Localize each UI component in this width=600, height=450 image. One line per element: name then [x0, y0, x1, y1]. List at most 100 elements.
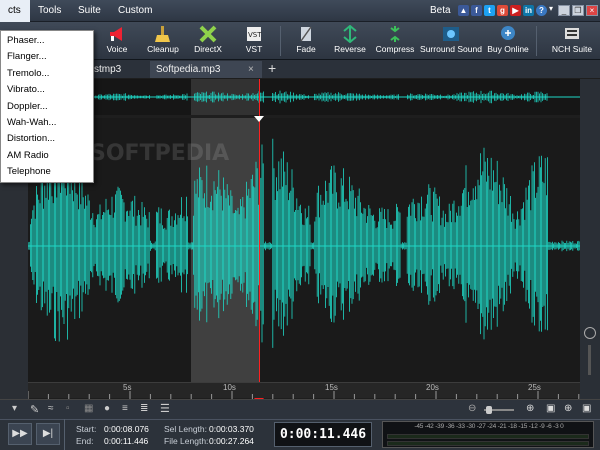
buy-online-icon — [501, 26, 515, 40]
reverse-icon — [343, 25, 357, 43]
zoom-in-vertical-icon[interactable] — [584, 327, 596, 339]
end-value: 0:00:11.446 — [104, 436, 149, 446]
help-dropdown-icon[interactable]: ▾ — [549, 4, 553, 13]
vertical-zoom-bar — [580, 79, 600, 399]
waveform-path — [28, 138, 580, 348]
toolbar-separator — [536, 26, 537, 56]
grid-icon[interactable]: ▦ — [84, 403, 93, 414]
thumbs-up-icon[interactable]: ▲ — [458, 5, 469, 16]
waveform-trace — [28, 138, 580, 348]
skip-to-end-button[interactable]: ▶| — [36, 423, 60, 445]
zoom-in-icon[interactable]: ⊕ — [526, 403, 534, 414]
broom-icon — [155, 26, 170, 42]
effects-dropdown-menu: Phaser... Flanger... Tremolo... Vibrato.… — [0, 30, 94, 183]
directx-button[interactable]: DirectX — [190, 22, 226, 60]
toolbar-separator — [280, 26, 281, 56]
time-ruler[interactable]: 5s 10s 15s 20s 25s — [28, 382, 580, 399]
playhead-top-marker[interactable] — [254, 116, 264, 122]
vst-button[interactable]: VST VST — [236, 22, 272, 60]
help-icon[interactable]: ? — [536, 5, 547, 16]
menu-item-flanger[interactable]: Flanger... — [1, 49, 93, 65]
status-divider — [64, 419, 65, 450]
start-label: Start: — [76, 424, 97, 434]
vst-plugin-icon: VST — [247, 27, 262, 41]
menu-item-tremolo[interactable]: Tremolo... — [1, 66, 93, 82]
menu-item-distortion[interactable]: Distortion... — [1, 131, 93, 147]
current-time-display: 0:00:11.446 — [274, 422, 372, 447]
menu-item-wah-wah[interactable]: Wah-Wah... — [1, 115, 93, 131]
restore-button[interactable]: ❐ — [572, 5, 584, 16]
ruler-label: 15s — [325, 383, 338, 392]
file-length-label: File Length: — [164, 436, 209, 446]
snap-icon[interactable]: ▫ — [66, 403, 70, 414]
menu-suite[interactable]: Suite — [70, 0, 109, 22]
menu-item-am-radio[interactable]: AM Radio — [1, 148, 93, 164]
ruler-label: 25s — [528, 383, 541, 392]
svg-text:VST: VST — [248, 31, 262, 39]
close-tab-icon[interactable]: × — [248, 61, 254, 78]
beta-label: Beta — [430, 5, 451, 16]
zoom-out-icon[interactable]: ⊖ — [468, 403, 476, 414]
meter-bar-left — [387, 434, 589, 439]
twitter-icon[interactable]: t — [484, 5, 495, 16]
end-label: End: — [76, 436, 94, 446]
zoom-full-icon[interactable]: ▣ — [582, 403, 591, 414]
zoom-selection-icon[interactable]: ▣ — [546, 403, 555, 414]
linkedin-icon[interactable]: in — [523, 5, 534, 16]
main-waveform[interactable]: SOFTPEDIA — [28, 118, 580, 382]
menu-item-phaser[interactable]: Phaser... — [1, 33, 93, 49]
menu-tools[interactable]: Tools — [30, 0, 69, 22]
nch-suite-icon — [565, 28, 579, 39]
lock-icon[interactable]: ● — [104, 403, 110, 414]
ruler-ticks — [28, 391, 580, 399]
sel-length-label: Sel Length: — [164, 424, 208, 434]
menu-bar: cts Tools Suite Custom Beta ▲ f t g ▶ in… — [0, 0, 600, 22]
compress-button[interactable]: Compress — [374, 22, 416, 60]
ruler-label: 10s — [223, 383, 236, 392]
playhead-line[interactable] — [259, 79, 260, 399]
watermark: SOFTPEDIA — [90, 141, 229, 166]
list-icon[interactable]: ≣ — [140, 403, 148, 414]
fade-icon — [300, 26, 312, 42]
buy-online-button[interactable]: Buy Online — [486, 22, 530, 60]
ruler-label: 5s — [123, 383, 132, 392]
overview-waveform[interactable] — [28, 79, 580, 115]
zoom-slider-thumb[interactable] — [486, 406, 492, 414]
close-button[interactable]: × — [586, 5, 598, 16]
youtube-icon[interactable]: ▶ — [510, 5, 521, 16]
main-waveform-graphic: SOFTPEDIA — [28, 118, 580, 382]
menu-custom[interactable]: Custom — [110, 0, 160, 22]
google-plus-icon[interactable]: g — [497, 5, 508, 16]
compress-icon — [390, 26, 400, 42]
nch-suite-button[interactable]: NCH Suite — [548, 22, 596, 60]
align-icon[interactable]: ≡ — [122, 403, 128, 414]
megaphone-icon — [110, 27, 122, 41]
voice-button[interactable]: Voice — [96, 22, 138, 60]
meter-bar-right — [387, 441, 589, 446]
sel-length-value: 0:00:03.370 — [209, 424, 254, 434]
tab-softpedia[interactable]: Softpedia.mp3 × — [150, 61, 262, 78]
start-value: 0:00:08.076 — [104, 424, 149, 434]
fast-forward-button[interactable]: ▶▶ — [8, 423, 32, 445]
waveform-tool-icon[interactable]: ≈ — [48, 403, 54, 414]
reverse-button[interactable]: Reverse — [330, 22, 370, 60]
menu-item-doppler[interactable]: Doppler... — [1, 99, 93, 115]
minimize-button[interactable]: _ — [558, 5, 570, 16]
vertical-zoom-slider[interactable] — [588, 345, 591, 375]
cleanup-button[interactable]: Cleanup — [142, 22, 184, 60]
menu-item-vibrato[interactable]: Vibrato... — [1, 82, 93, 98]
overview-waveform-graphic — [28, 79, 580, 115]
surround-sound-button[interactable]: Surround Sound — [420, 22, 482, 60]
facebook-icon[interactable]: f — [471, 5, 482, 16]
add-tab-button[interactable]: + — [268, 60, 276, 77]
settings-list-icon[interactable]: ☰ — [160, 402, 170, 415]
pencil-icon[interactable]: ✎ — [30, 403, 39, 416]
zoom-fit-icon[interactable]: ⊕ — [564, 403, 572, 414]
surround-sound-icon — [443, 27, 459, 41]
tab-file-1[interactable]: stmp3 — [88, 61, 148, 78]
fade-button[interactable]: Fade — [288, 22, 324, 60]
menu-item-telephone[interactable]: Telephone — [1, 164, 93, 180]
chevron-down-icon[interactable]: ▾ — [12, 403, 17, 414]
edit-tool-strip: ▾ ✎ ≈ ▫ ▦ ● ≡ ≣ ☰ ⊖ ⊕ ▣ ⊕ ▣ — [0, 399, 600, 419]
menu-effects[interactable]: cts — [0, 0, 30, 22]
